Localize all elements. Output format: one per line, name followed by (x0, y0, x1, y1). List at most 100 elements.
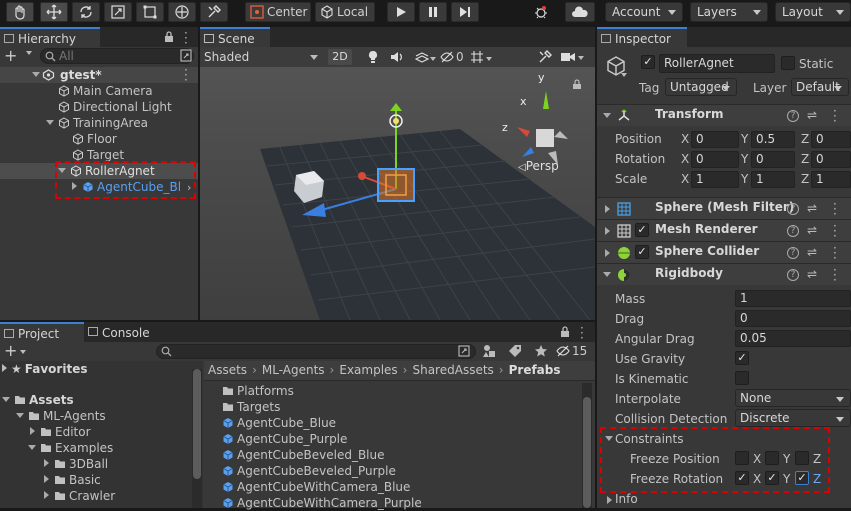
scale-z-input[interactable]: 1 (811, 171, 851, 188)
tree-scrollbar[interactable] (192, 369, 202, 508)
favorites-row[interactable]: ★ Favorites (2, 361, 87, 377)
file-agent-cube-camera-blue[interactable]: AgentCubeWithCamera_Blue (222, 479, 410, 495)
scale-x-input[interactable]: 1 (691, 171, 739, 188)
shading-mode-dropdown[interactable]: Shaded (204, 47, 320, 67)
component-menu-icon[interactable]: · · · (833, 105, 837, 127)
active-checkbox[interactable]: ✓ (641, 55, 655, 69)
file-list-scrollbar[interactable] (582, 383, 592, 508)
component-menu-icon[interactable]: · · · (833, 264, 837, 286)
breadcrumb-assets[interactable]: Assets (208, 363, 247, 377)
transform-tool-button[interactable] (168, 2, 196, 22)
hidden-packages-icon[interactable] (556, 345, 570, 357)
file-agent-cube-beveled-purple[interactable]: AgentCubeBeveled_Purple (222, 463, 396, 479)
project-menu-icon[interactable]: · · · (580, 322, 584, 344)
hierarchy-search-input[interactable]: All (40, 48, 194, 64)
filter-type-icon[interactable] (482, 344, 496, 358)
step-button[interactable] (451, 2, 479, 22)
scale-tool-button[interactable] (104, 2, 132, 22)
custom-tool-button[interactable] (200, 2, 228, 22)
position-y-input[interactable]: 0.5 (751, 131, 795, 148)
rotation-x-input[interactable]: 0 (691, 151, 739, 168)
help-icon[interactable]: ? (787, 110, 799, 122)
audio-icon[interactable] (390, 50, 404, 64)
pivot-center-button[interactable]: Center (245, 2, 311, 22)
help-icon[interactable]: ? (787, 203, 799, 215)
mesh-filter-header[interactable]: Sphere (Mesh Filter) ? ⇌ · · · (597, 197, 851, 220)
component-menu-icon[interactable]: · · · (833, 242, 837, 264)
breadcrumb-ml-agents[interactable]: ML-Agents (262, 363, 325, 377)
hand-tool-button[interactable] (6, 2, 34, 22)
folder-editor[interactable]: Editor (30, 424, 91, 440)
tree-scrollbar-thumb[interactable] (193, 369, 201, 479)
camera-icon[interactable] (560, 51, 576, 63)
search-options-icon[interactable] (458, 345, 470, 357)
transform-header[interactable]: Transform ? ⇌ · · · (597, 104, 851, 127)
rotation-z-input[interactable]: 0 (811, 151, 851, 168)
lock-icon[interactable] (560, 326, 570, 338)
tab-inspector[interactable]: Inspector (597, 27, 687, 47)
file-platforms[interactable]: Platforms (222, 383, 294, 399)
collab-button[interactable] (527, 2, 555, 22)
static-checkbox[interactable] (781, 56, 795, 70)
pause-button[interactable] (419, 2, 447, 22)
file-agent-cube-purple[interactable]: AgentCube_Purple (222, 431, 347, 447)
position-z-input[interactable]: 0 (811, 131, 851, 148)
hierarchy-add-button[interactable]: + (4, 47, 26, 65)
mesh-renderer-enabled-checkbox[interactable]: ✓ (635, 223, 649, 237)
is-kinematic-checkbox[interactable] (735, 371, 749, 385)
account-dropdown[interactable]: Account (605, 2, 683, 22)
drag-input[interactable]: 0 (735, 310, 851, 327)
gizmo-grid-icon[interactable] (470, 50, 484, 64)
sphere-collider-header[interactable]: ✓ Sphere Collider ? ⇌ · · · (597, 241, 851, 264)
search-options-icon[interactable] (180, 49, 192, 62)
lock-icon[interactable] (164, 31, 174, 43)
layout-dropdown[interactable]: Layout (775, 2, 851, 22)
move-tool-button[interactable] (40, 2, 68, 22)
use-gravity-checkbox[interactable]: ✓ (735, 351, 749, 365)
info-label[interactable]: Info (615, 491, 638, 507)
preset-icon[interactable]: ⇌ (807, 201, 817, 215)
folder-3dball[interactable]: 3DBall (44, 456, 108, 472)
folder-examples[interactable]: Examples (28, 440, 113, 456)
breadcrumb-prefabs[interactable]: Prefabs (509, 363, 561, 377)
mesh-renderer-header[interactable]: ✓ Mesh Renderer ? ⇌ · · · (597, 219, 851, 242)
hierarchy-item-directional-light[interactable]: Directional Light (58, 99, 172, 115)
help-icon[interactable]: ? (787, 247, 799, 259)
hierarchy-item-main-camera[interactable]: Main Camera (58, 83, 153, 99)
breadcrumb-shared-assets[interactable]: SharedAssets (412, 363, 493, 377)
tools-icon[interactable] (538, 50, 552, 64)
toggle-2d-button[interactable]: 2D (328, 49, 352, 65)
position-x-input[interactable]: 0 (691, 131, 739, 148)
space-local-button[interactable]: Local (315, 2, 375, 22)
scene-viewport[interactable]: y x z ◁Persp (200, 67, 595, 320)
sphere-collider-enabled-checkbox[interactable]: ✓ (635, 245, 649, 259)
tab-scene[interactable]: Scene (200, 27, 270, 47)
rect-tool-button[interactable] (136, 2, 164, 22)
lighting-icon[interactable] (366, 50, 380, 64)
help-icon[interactable]: ? (787, 225, 799, 237)
component-menu-icon[interactable]: · · · (833, 220, 837, 242)
collision-detection-dropdown[interactable]: Discrete (735, 409, 851, 427)
folder-crawler[interactable]: Crawler (44, 488, 115, 504)
lock-icon[interactable] (572, 79, 582, 90)
hierarchy-menu-icon[interactable]: · · · (184, 27, 188, 49)
project-search-input[interactable] (156, 344, 476, 359)
assets-row[interactable]: Assets (2, 392, 74, 408)
tag-dropdown[interactable]: Untagged (665, 78, 737, 96)
preset-icon[interactable]: ⇌ (807, 108, 817, 122)
preset-icon[interactable]: ⇌ (807, 267, 817, 281)
file-agent-cube-beveled-blue[interactable]: AgentCubeBeveled_Blue (222, 447, 385, 463)
play-button[interactable] (387, 2, 415, 22)
star-icon[interactable] (534, 344, 548, 358)
angular-drag-input[interactable]: 0.05 (735, 330, 851, 347)
effects-icon[interactable] (414, 50, 430, 64)
scale-y-input[interactable]: 1 (751, 171, 795, 188)
scene-menu-icon[interactable]: · · · (184, 64, 188, 86)
layers-dropdown[interactable]: Layers (690, 2, 768, 22)
label-icon[interactable] (508, 344, 522, 358)
file-targets[interactable]: Targets (222, 399, 280, 415)
chevron-down-icon[interactable] (621, 73, 627, 77)
rotate-tool-button[interactable] (72, 2, 100, 22)
component-menu-icon[interactable]: · · · (833, 198, 837, 220)
layer-dropdown[interactable]: Default (791, 78, 849, 96)
